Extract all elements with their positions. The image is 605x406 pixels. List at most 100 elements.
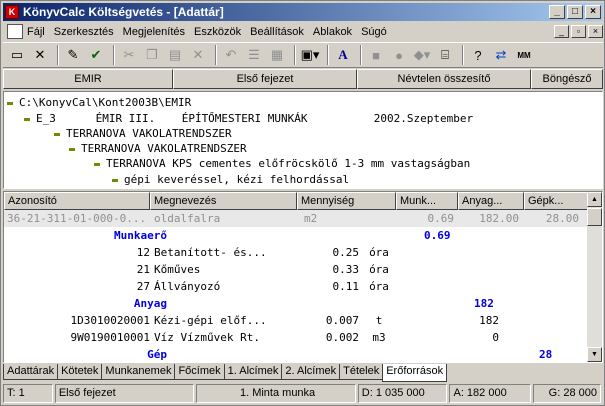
table-row[interactable]: 9W0190010001 Víz Vízművek Rt. 0.002 m3 0 — [4, 329, 589, 346]
resource-name: Betanított- és... — [154, 246, 267, 259]
col-header-labor[interactable]: Munk... — [396, 192, 458, 210]
text-edit-icon[interactable]: ▦ — [267, 45, 287, 65]
doc-minimize-button[interactable]: _ — [554, 25, 569, 38]
resource-code: 9W0190010001 — [70, 331, 150, 344]
copy-icon[interactable]: ❐ — [142, 45, 162, 65]
resource-quantity: 0.11 — [332, 280, 360, 293]
resource-code: 1D3010020001 — [70, 314, 150, 327]
status-bar: T: 1 Első fejezet 1. Minta munka D: 1 03… — [3, 384, 603, 404]
font-icon[interactable]: A — [333, 45, 353, 65]
check-icon[interactable]: ✔ — [86, 45, 106, 65]
table-row[interactable]: 12 Betanított- és... 0.25 óra — [4, 244, 589, 261]
tree-node[interactable]: TERRANOVA VAKOLATRENDSZER — [54, 126, 232, 141]
close-button[interactable]: × — [585, 5, 601, 19]
resource-code: 12 — [136, 246, 150, 259]
scroll-down-icon[interactable]: ▼ — [587, 347, 602, 362]
col-header-quantity[interactable]: Mennyiség — [297, 192, 396, 210]
delete-icon[interactable]: ✕ — [30, 45, 50, 65]
section-row[interactable]: Anyag 182 — [4, 295, 589, 312]
table-row[interactable]: 1D3010020001 Kézi-gépi előf... 0.007 t 182 — [4, 312, 589, 329]
tree-bullet-icon — [94, 162, 100, 166]
mm-logo-icon[interactable]: MM — [514, 45, 534, 65]
menu-help[interactable]: Súgó — [361, 26, 387, 38]
col-header-machine[interactable]: Gépk... — [524, 192, 589, 210]
tree-bullet-icon — [69, 147, 75, 151]
grid-rows: 36-21-311-01-000-0... oldalfalra m2 0.69… — [4, 210, 589, 362]
menu-edit[interactable]: Szerkesztés — [54, 26, 114, 38]
properties-icon[interactable]: ⌸ — [435, 45, 455, 65]
table-row[interactable]: 36-21-311-01-000-0... oldalfalra m2 0.69… — [4, 210, 589, 227]
table-row[interactable]: 21 Kőműves 0.33 óra — [4, 261, 589, 278]
document-icon[interactable] — [7, 24, 23, 39]
browser-header-button[interactable]: Böngésző — [531, 69, 603, 89]
maximize-button[interactable]: □ — [567, 5, 583, 19]
tree-node[interactable]: C:\KonyvCal\Kont2003B\EMIR — [7, 95, 191, 110]
resource-quantity: 0.33 — [332, 263, 360, 276]
resource-unit: t — [375, 314, 383, 327]
emir-header-button[interactable]: EMIR — [3, 69, 173, 89]
resource-value: 182 — [479, 314, 499, 327]
tree-node[interactable]: gépi keveréssel, kézi felhordással — [112, 172, 349, 187]
col-header-material[interactable]: Anyag... — [458, 192, 524, 210]
edit-pen-icon[interactable]: ✎ — [63, 45, 83, 65]
scroll-up-icon[interactable]: ▲ — [587, 192, 602, 207]
tab-focimek[interactable]: Főcímek — [174, 364, 225, 380]
status-g: G: 28 000 — [533, 384, 601, 403]
menu-windows[interactable]: Ablakok — [313, 26, 352, 38]
menu-file[interactable]: Fájl — [27, 26, 45, 38]
section-value: 0.69 — [424, 229, 451, 242]
toolbar-separator — [57, 45, 59, 65]
table-row[interactable]: 27 Állványozó 0.11 óra — [4, 278, 589, 295]
col-header-id[interactable]: Azonosító — [4, 192, 150, 210]
section-row[interactable]: Munkaerő 0.69 — [4, 227, 589, 244]
menu-tools[interactable]: Eszközök — [194, 26, 241, 38]
square-icon[interactable]: ■ — [366, 45, 386, 65]
doc-close-button[interactable]: × — [588, 25, 603, 38]
chapter-header-button[interactable]: Első fejezet — [173, 69, 357, 89]
cut-icon[interactable]: ✂ — [119, 45, 139, 65]
tab-adattarak[interactable]: Adattárak — [3, 364, 59, 380]
status-work: 1. Minta munka — [196, 384, 356, 403]
resource-rows: Munkaerő 0.69 12 Betanított- és... 0.25 óra 21… — [4, 227, 589, 362]
tab-eroforrasok[interactable]: Erőforrások — [382, 364, 448, 382]
tab-alcimek-2[interactable]: 2. Alcímek — [281, 364, 341, 380]
doc-restore-button[interactable]: ▫ — [571, 25, 586, 38]
list-icon[interactable]: ☰ — [244, 45, 264, 65]
section-row[interactable]: Gép 28 — [4, 346, 589, 362]
aggregator-header-button[interactable]: Névtelen összesítő — [357, 69, 531, 89]
minimize-button[interactable]: _ — [549, 5, 565, 19]
tree-node[interactable]: E_3 ÉMIR III. ÉPÍTŐMESTERI MUNKÁK 2002.S… — [24, 111, 473, 126]
tab-alcimek-1[interactable]: 1. Alcímek — [223, 364, 283, 380]
resource-unit: m3 — [372, 331, 386, 344]
tab-munkanemek[interactable]: Munkanemek — [101, 364, 176, 380]
section-label: Anyag — [133, 297, 167, 310]
app-icon[interactable]: K — [5, 5, 19, 19]
tab-tetelek[interactable]: Tételek — [339, 364, 384, 380]
menu-view[interactable]: Megjelenítés — [123, 26, 185, 38]
resource-code: 27 — [136, 280, 150, 293]
resource-unit: óra — [369, 263, 389, 276]
resource-name: Víz Vízművek Rt. — [154, 331, 260, 344]
menu-settings[interactable]: Beállítások — [250, 26, 304, 38]
tree-node[interactable]: TERRANOVA VAKOLATRENDSZER — [69, 141, 247, 156]
toolbar-separator — [327, 45, 329, 65]
tab-kotetek[interactable]: Kötetek — [57, 364, 103, 380]
col-header-name[interactable]: Megnevezés — [150, 192, 297, 210]
hierarchy-tree: C:\KonyvCal\Kont2003B\EMIR E_3 ÉMIR III.… — [3, 91, 603, 189]
circle-icon[interactable]: ● — [389, 45, 409, 65]
resource-value — [459, 244, 499, 261]
toolbar-separator — [462, 45, 464, 65]
resource-value — [459, 261, 499, 278]
paste-icon[interactable]: ▤ — [165, 45, 185, 65]
format-dropdown-icon[interactable]: ▣▾ — [300, 45, 320, 65]
shape-dropdown-icon[interactable]: ◆▾ — [412, 45, 432, 65]
clear-icon[interactable]: ✕ — [188, 45, 208, 65]
menu-bar: Fájl Szerkesztés Megjelenítés Eszközök B… — [3, 22, 603, 41]
vertical-scrollbar[interactable]: ▲ ▼ — [587, 192, 602, 362]
scroll-thumb[interactable] — [587, 208, 602, 226]
tree-node[interactable]: TERRANOVA KPS cementes előfröcskölő 1-3 … — [94, 156, 470, 171]
new-icon[interactable]: ▭ — [7, 45, 27, 65]
exchange-icon[interactable]: ⇄ — [491, 45, 511, 65]
help-icon[interactable]: ? — [468, 45, 488, 65]
undo-icon[interactable]: ↶ — [221, 45, 241, 65]
